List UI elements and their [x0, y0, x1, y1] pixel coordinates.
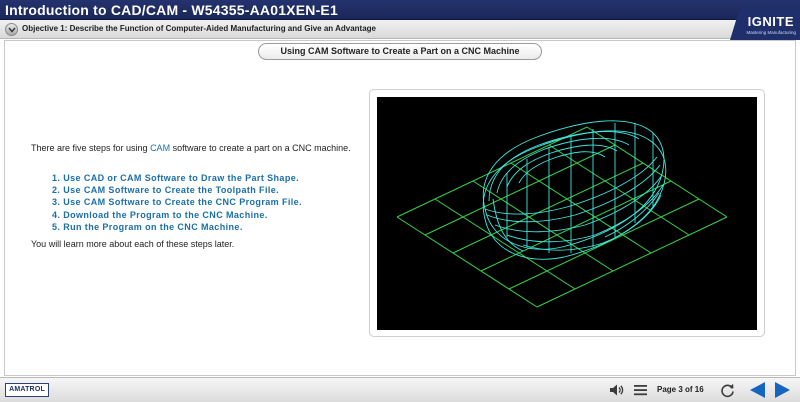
back-arrow-icon[interactable] — [748, 380, 768, 402]
ignite-logo: IGNITE Mastering Manufacturing — [730, 8, 800, 40]
amatrol-logo: AMATROL — [5, 383, 49, 397]
objective-bar[interactable]: Objective 1: Describe the Function of Co… — [0, 20, 800, 39]
app-window: Introduction to CAD/CAM - W54355-AA01XEN… — [0, 0, 800, 402]
outro-text: You will learn more about each of these … — [31, 239, 235, 249]
speaker-icon[interactable] — [608, 382, 624, 402]
chevron-down-icon[interactable] — [5, 23, 18, 36]
intro-text-end: software to create a part on a CNC machi… — [170, 143, 351, 153]
page-heading: Using CAM Software to Create a Part on a… — [258, 43, 542, 60]
objective-text: Objective 1: Describe the Function of Co… — [22, 24, 376, 33]
replay-icon[interactable] — [719, 382, 736, 402]
intro-text-start: There are five steps for using — [31, 143, 151, 153]
page-counter: Page 3 of 16 — [657, 385, 704, 394]
logo-tagline: Mastering Manufacturing — [746, 30, 796, 35]
step-item: 3. Use CAM Software to Create the CNC Pr… — [52, 197, 302, 208]
step-item: 4. Download the Program to the CNC Machi… — [52, 209, 268, 220]
step-item: 1. Use CAD or CAM Software to Draw the P… — [52, 173, 300, 183]
logo-word: IGNITE — [747, 14, 794, 29]
next-arrow-icon[interactable] — [772, 380, 792, 402]
wireframe-part-image — [377, 97, 757, 330]
step-item: 2. Use CAM Software to Create the Toolpa… — [52, 185, 280, 196]
menu-icon[interactable] — [633, 382, 648, 402]
step-item: 5. Run the Program on the CNC Machine. — [52, 221, 243, 232]
cam-glossary-link[interactable]: CAM — [150, 143, 170, 153]
title-bar: Introduction to CAD/CAM - W54355-AA01XEN… — [0, 0, 800, 20]
image-frame — [369, 89, 765, 337]
steps-list: 1. Use CAD or CAM Software to Draw the P… — [52, 172, 362, 233]
course-title: Introduction to CAD/CAM - W54355-AA01XEN… — [5, 2, 338, 18]
bottom-bar: AMATROL Page 3 of 16 — [0, 377, 800, 402]
intro-text: There are five steps for using CAM softw… — [31, 142, 356, 154]
